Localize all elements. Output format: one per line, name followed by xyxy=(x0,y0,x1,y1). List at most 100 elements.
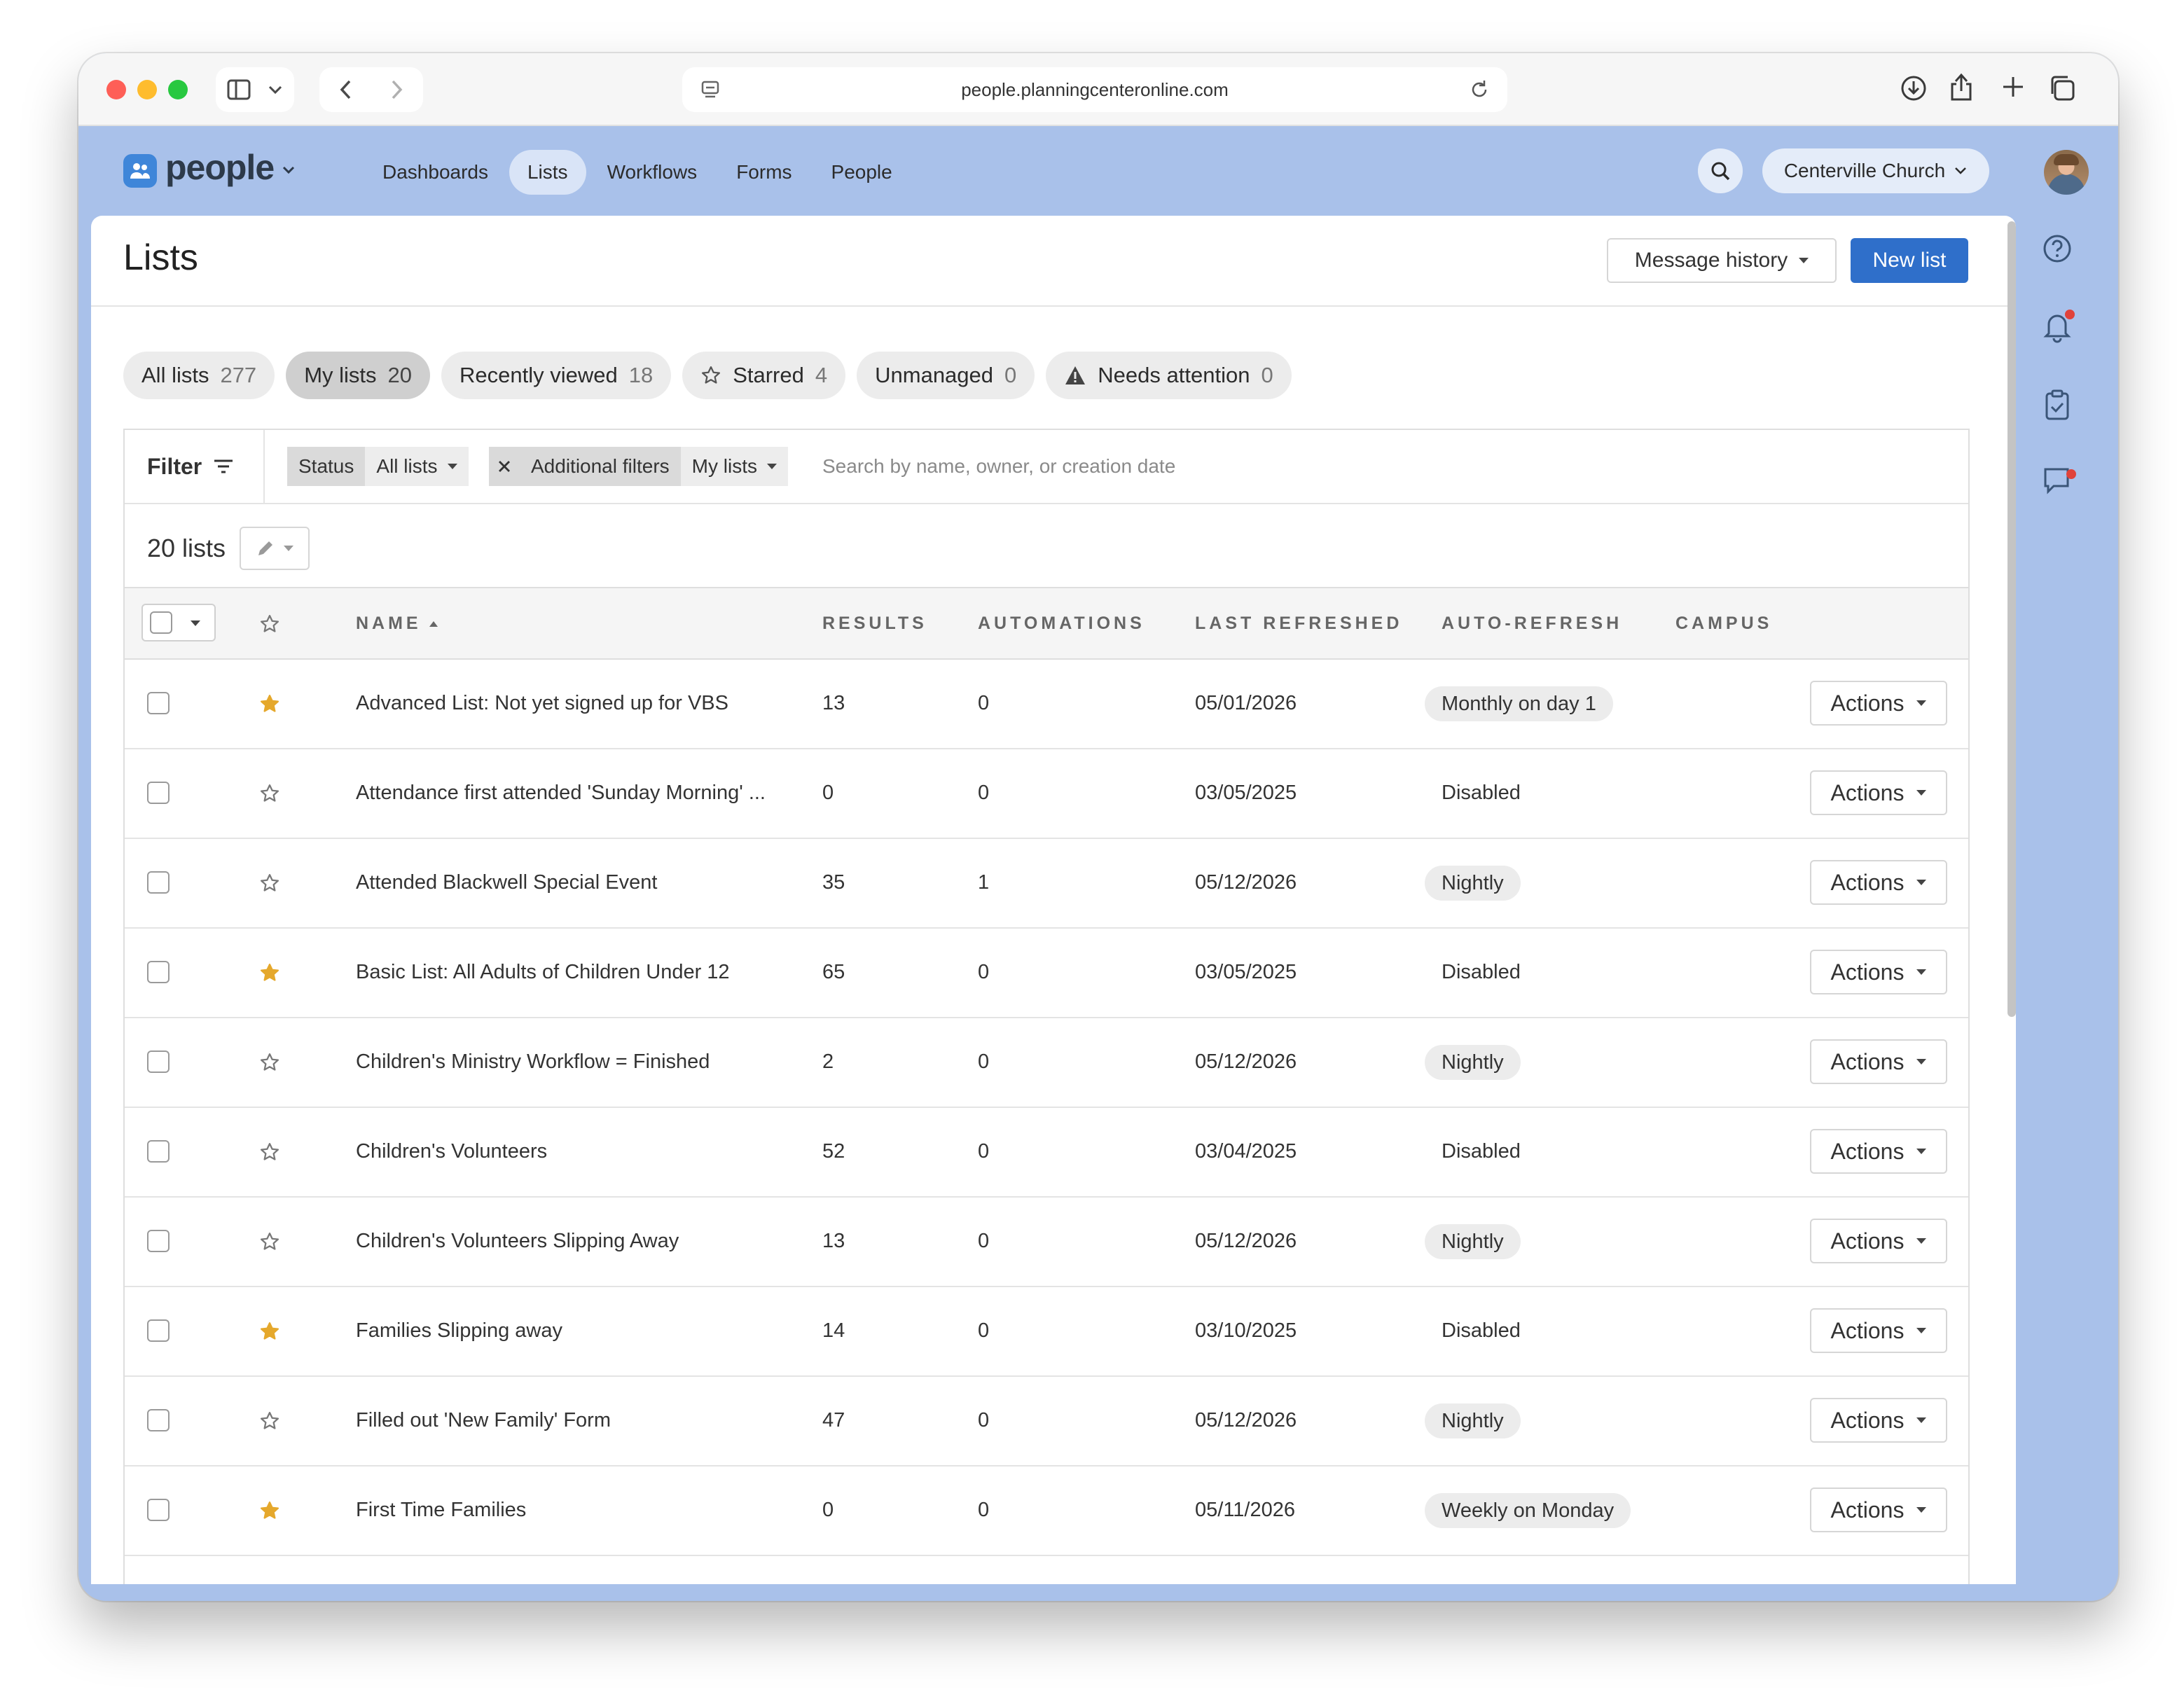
row-checkbox[interactable] xyxy=(147,782,170,804)
table-row[interactable]: Children's Volunteers Slipping Away 13 0… xyxy=(125,1198,1968,1287)
nav-dashboards[interactable]: Dashboards xyxy=(364,150,506,195)
table-row[interactable]: Advanced List: Not yet signed up for VBS… xyxy=(125,660,1968,749)
help-icon[interactable] xyxy=(2041,233,2073,265)
nav-lists[interactable]: Lists xyxy=(509,150,586,195)
star-filled-icon[interactable] xyxy=(259,1500,280,1521)
star-outline-icon[interactable] xyxy=(259,1142,280,1163)
share-icon[interactable] xyxy=(1949,71,1974,102)
star-filled-icon[interactable] xyxy=(259,962,280,983)
star-filled-icon[interactable] xyxy=(259,1321,280,1342)
tab-overview-icon[interactable] xyxy=(2048,74,2076,102)
list-name-link[interactable]: Basic List: All Adults of Children Under… xyxy=(356,961,730,984)
row-actions-button[interactable]: Actions xyxy=(1810,1039,1947,1084)
row-actions-button[interactable]: Actions xyxy=(1810,681,1947,726)
row-actions-button[interactable]: Actions xyxy=(1810,1129,1947,1174)
tasks-clipboard-icon[interactable] xyxy=(2041,388,2073,422)
nav-workflows[interactable]: Workflows xyxy=(589,150,716,195)
star-outline-icon[interactable] xyxy=(259,783,280,804)
list-name-link[interactable]: Advanced List: Not yet signed up for VBS xyxy=(356,692,728,715)
page-scrollbar[interactable] xyxy=(2007,221,2016,1017)
list-name-link[interactable]: Filled out 'New Family' Form xyxy=(356,1409,611,1432)
minimize-window-button[interactable] xyxy=(137,80,157,99)
row-actions-button[interactable]: Actions xyxy=(1810,1488,1947,1532)
people-logo-icon[interactable] xyxy=(123,154,157,188)
row-actions-button[interactable]: Actions xyxy=(1810,1398,1947,1443)
back-icon[interactable] xyxy=(339,79,353,100)
column-header-results[interactable]: RESULTS xyxy=(822,613,927,634)
list-name-link[interactable]: Attended Blackwell Special Event xyxy=(356,871,657,894)
messages-chat-icon[interactable] xyxy=(2041,464,2073,496)
select-all-dropdown[interactable] xyxy=(141,604,216,642)
list-name-link[interactable]: Children's Volunteers xyxy=(356,1140,547,1163)
row-checkbox[interactable] xyxy=(147,961,170,983)
new-list-button[interactable]: New list xyxy=(1851,238,1968,283)
nav-forms[interactable]: Forms xyxy=(718,150,810,195)
list-name-link[interactable]: First Time Families xyxy=(356,1499,526,1522)
address-bar[interactable]: people.planningcenteronline.com xyxy=(682,67,1507,112)
row-checkbox[interactable] xyxy=(147,1230,170,1252)
star-column-icon[interactable] xyxy=(259,613,280,634)
tab-starred[interactable]: Starred 4 xyxy=(682,352,846,399)
column-header-automations[interactable]: AUTOMATIONS xyxy=(978,613,1145,634)
sidebar-toggle-button[interactable] xyxy=(216,67,294,112)
row-checkbox[interactable] xyxy=(147,1319,170,1342)
list-name-link[interactable]: Children's Volunteers Slipping Away xyxy=(356,1230,679,1253)
new-tab-icon[interactable] xyxy=(2000,74,2026,99)
row-actions-button[interactable]: Actions xyxy=(1810,1308,1947,1353)
column-header-campus[interactable]: CAMPUS xyxy=(1675,613,1772,634)
row-actions-button[interactable]: Actions xyxy=(1810,1219,1947,1263)
table-row[interactable]: Families Slipping away 14 0 03/10/2025 D… xyxy=(125,1287,1968,1377)
list-name-link[interactable]: Children's Ministry Workflow = Finished xyxy=(356,1050,710,1074)
close-window-button[interactable] xyxy=(106,80,126,99)
app-name[interactable]: people xyxy=(165,147,275,188)
page-settings-icon[interactable] xyxy=(700,80,720,99)
remove-filter-button[interactable] xyxy=(489,447,520,486)
row-checkbox[interactable] xyxy=(147,692,170,714)
list-name-link[interactable]: Attendance first attended 'Sunday Mornin… xyxy=(356,782,766,805)
star-outline-icon[interactable] xyxy=(259,1410,280,1431)
tab-unmanaged[interactable]: Unmanaged 0 xyxy=(857,352,1035,399)
select-all-checkbox[interactable] xyxy=(150,611,172,634)
app-switcher-chevron-icon[interactable] xyxy=(282,165,296,175)
table-row[interactable]: First Time Families 0 0 05/11/2026 Weekl… xyxy=(125,1466,1968,1556)
table-row[interactable]: Basic List: All Adults of Children Under… xyxy=(125,929,1968,1018)
tab-needs-attention[interactable]: Needs attention 0 xyxy=(1046,352,1292,399)
additional-filters-chip[interactable]: Additional filters My lists xyxy=(489,447,788,486)
user-avatar[interactable] xyxy=(2044,150,2089,195)
tab-all-lists[interactable]: All lists 277 xyxy=(123,352,275,399)
star-outline-icon[interactable] xyxy=(259,1052,280,1073)
table-row[interactable]: Attended Blackwell Special Event 35 1 05… xyxy=(125,839,1968,929)
row-checkbox[interactable] xyxy=(147,1409,170,1431)
bulk-edit-button[interactable] xyxy=(240,527,310,570)
column-header-auto-refresh[interactable]: AUTO-REFRESH xyxy=(1442,613,1622,634)
row-actions-button[interactable]: Actions xyxy=(1810,860,1947,905)
organization-switcher[interactable]: Centerville Church xyxy=(1762,148,1989,193)
row-checkbox[interactable] xyxy=(147,1499,170,1521)
row-checkbox[interactable] xyxy=(147,1140,170,1163)
download-icon[interactable] xyxy=(1900,74,1928,102)
list-search-input[interactable]: Search by name, owner, or creation date xyxy=(822,455,1175,478)
table-row[interactable]: Attendance first attended 'Sunday Mornin… xyxy=(125,749,1968,839)
star-outline-icon[interactable] xyxy=(259,1231,280,1252)
status-filter-chip[interactable]: Status All lists xyxy=(287,447,469,486)
message-history-button[interactable]: Message history xyxy=(1607,238,1837,283)
row-actions-button[interactable]: Actions xyxy=(1810,950,1947,994)
zoom-window-button[interactable] xyxy=(168,80,188,99)
table-row[interactable]: Children's Ministry Workflow = Finished … xyxy=(125,1018,1968,1108)
list-name-link[interactable]: Families Slipping away xyxy=(356,1319,562,1343)
column-header-last-refreshed[interactable]: LAST REFRESHED xyxy=(1195,613,1402,634)
column-header-name[interactable]: NAME xyxy=(356,613,438,634)
forward-icon[interactable] xyxy=(389,79,403,100)
star-filled-icon[interactable] xyxy=(259,693,280,714)
row-checkbox[interactable] xyxy=(147,1050,170,1073)
row-actions-button[interactable]: Actions xyxy=(1810,770,1947,815)
filter-toggle[interactable]: Filter xyxy=(125,430,265,503)
reload-icon[interactable] xyxy=(1468,78,1491,101)
row-checkbox[interactable] xyxy=(147,871,170,894)
star-outline-icon[interactable] xyxy=(259,873,280,894)
global-search-button[interactable] xyxy=(1698,148,1743,193)
tab-my-lists[interactable]: My lists 20 xyxy=(286,352,430,399)
tab-recently-viewed[interactable]: Recently viewed 18 xyxy=(441,352,672,399)
table-row[interactable]: Filled out 'New Family' Form 47 0 05/12/… xyxy=(125,1377,1968,1466)
nav-people[interactable]: People xyxy=(813,150,911,195)
